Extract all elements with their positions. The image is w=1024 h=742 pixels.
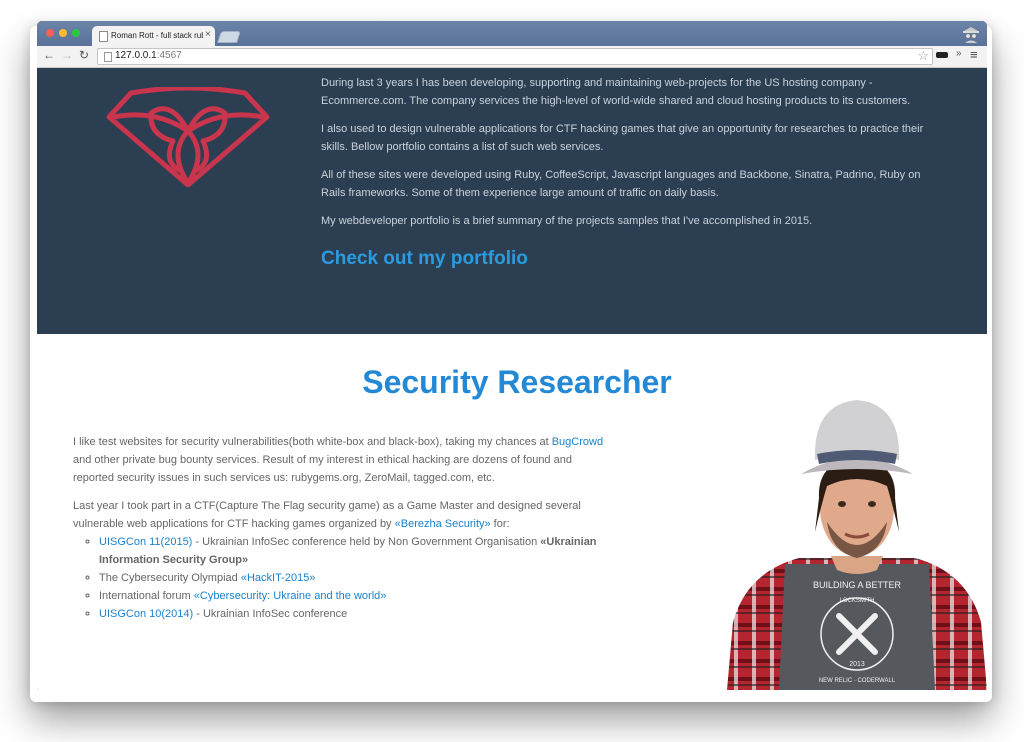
reload-button[interactable]: ↻ [79, 48, 89, 62]
url-text[interactable]: 127.0.0.1:4567 [115, 50, 182, 61]
browser-toolbar: ← → ↻ 127.0.0.1:4567 ☆ » ≡ [37, 46, 987, 68]
hackit-link[interactable]: «HackIT-2015» [241, 572, 316, 584]
hero-paragraph: During last 3 years I has been developin… [321, 77, 911, 107]
security-body: I like test websites for security vulner… [73, 433, 613, 623]
hero-paragraph: I also used to design vulnerable applica… [321, 123, 924, 153]
list-item: UISGCon 11(2015) - Ukrainian InfoSec con… [99, 533, 613, 569]
profile-icon[interactable] [961, 23, 981, 43]
list-item: International forum «Cybersecurity: Ukra… [99, 587, 613, 605]
page-icon [99, 31, 108, 42]
close-window-button[interactable] [46, 29, 54, 37]
hero-section: During last 3 years I has been developin… [37, 68, 987, 334]
shirt-text-top: BUILDING A BETTER [813, 580, 902, 590]
forward-button[interactable]: → [61, 48, 73, 62]
uisgcon-10-link[interactable]: UISGCon 10(2014) [99, 608, 193, 620]
list-item: UISGCon 10(2014) - Ukrainian InfoSec con… [99, 605, 613, 623]
title-bar: Roman Rott - full stack ruby × [37, 21, 987, 46]
tab-title: Roman Rott - full stack ruby [111, 31, 203, 40]
shirt-year: 2013 [849, 661, 865, 668]
menu-icon[interactable]: ≡ [970, 47, 978, 62]
hero-paragraph: All of these sites were developed using … [321, 169, 921, 199]
back-button[interactable]: ← [43, 48, 55, 62]
more-extensions-icon[interactable]: » [956, 48, 962, 59]
tab-close-icon[interactable]: × [205, 29, 211, 40]
security-paragraph-1: I like test websites for security vulner… [73, 436, 604, 484]
site-logo [106, 87, 270, 187]
hero-text: During last 3 years I has been developin… [321, 74, 941, 240]
bugcrowd-link[interactable]: BugCrowd [552, 436, 603, 448]
minimize-window-button[interactable] [59, 29, 67, 37]
browser-tab[interactable]: Roman Rott - full stack ruby × [92, 26, 215, 46]
berezha-link[interactable]: «Berezha Security» [395, 518, 491, 530]
list-item: The Cybersecurity Olympiad «HackIT-2015» [99, 569, 613, 587]
shirt-text-bottom: NEW RELIC · CODERWALL [819, 678, 896, 684]
browser-window: Roman Rott - full stack ruby × ← → ↻ 127… [37, 21, 987, 690]
page-icon [104, 52, 112, 62]
ctf-list: UISGCon 11(2015) - Ukrainian InfoSec con… [73, 533, 613, 623]
shirt-text-mid: LOCKSMITH [839, 598, 874, 604]
uisgcon-11-link[interactable]: UISGCon 11(2015) [99, 536, 192, 548]
hero-paragraph: My webdeveloper portfolio is a brief sum… [321, 215, 813, 227]
zoom-window-button[interactable] [72, 29, 80, 37]
cybersecurity-forum-link[interactable]: «Cybersecurity: Ukraine and the world» [194, 590, 387, 602]
address-bar[interactable]: 127.0.0.1:4567 ☆ [97, 48, 933, 65]
portfolio-link[interactable]: Check out my portfolio [321, 248, 528, 270]
security-section: Security Researcher I like test websites… [37, 334, 987, 690]
new-tab-button[interactable] [217, 31, 241, 43]
extension-icon[interactable] [936, 52, 948, 58]
author-photo: BUILDING A BETTER LOCKSMITH 2013 NEW REL… [727, 400, 987, 690]
security-paragraph-2: Last year I took part in a CTF(Capture T… [73, 500, 581, 530]
bookmark-star-icon[interactable]: ☆ [917, 48, 929, 64]
